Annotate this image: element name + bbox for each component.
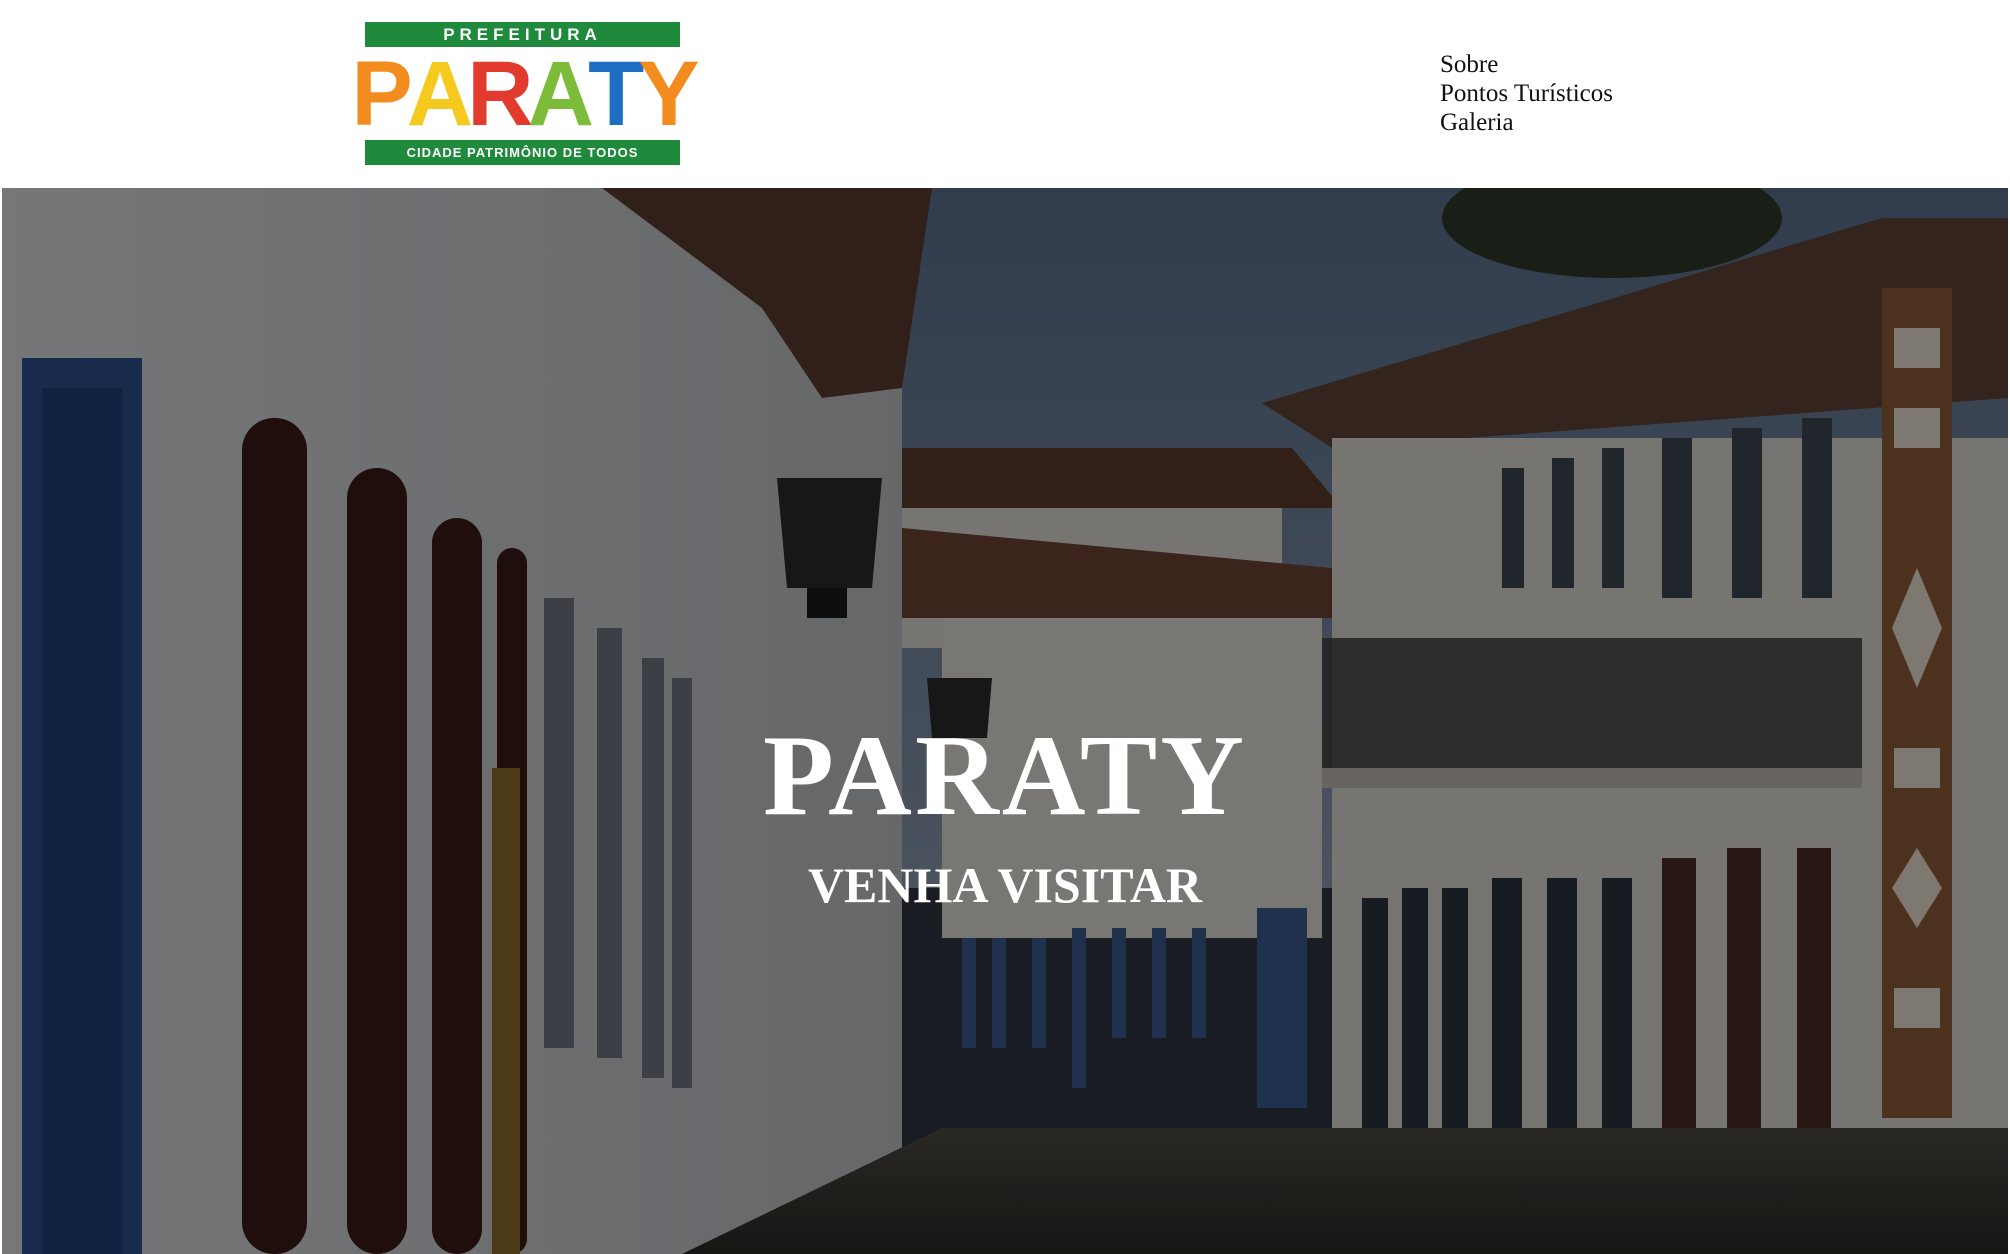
site-header: PREFEITURA P A R A T Y CIDADE PATRIMÔNIO…	[0, 0, 2010, 188]
logo-letter: A	[406, 42, 473, 145]
hero-title: PARATY	[762, 712, 1248, 840]
logo-letter: P	[351, 42, 412, 145]
hero-banner: PARATY VENHA VISITAR	[2, 188, 2008, 1254]
hero-subtitle: VENHA VISITAR	[807, 857, 1203, 913]
prefeitura-paraty-logo[interactable]: PREFEITURA P A R A T Y CIDADE PATRIMÔNIO…	[351, 22, 700, 165]
logo-letter: T	[588, 42, 644, 145]
nav-item-galeria[interactable]: Galeria	[1440, 108, 1613, 137]
nav-item-sobre[interactable]: Sobre	[1440, 50, 1613, 79]
main-nav: Sobre Pontos Turísticos Galeria	[1440, 50, 1613, 137]
logo-letter: R	[467, 42, 533, 145]
nav-item-pontos-turisticos[interactable]: Pontos Turísticos	[1440, 79, 1613, 108]
logo-wordmark: P A R A T Y	[351, 42, 699, 145]
logo-bottom-text: CIDADE PATRIMÔNIO DE TODOS	[365, 140, 680, 165]
logo-letter: Y	[638, 42, 699, 145]
logo-letter: A	[527, 42, 594, 145]
